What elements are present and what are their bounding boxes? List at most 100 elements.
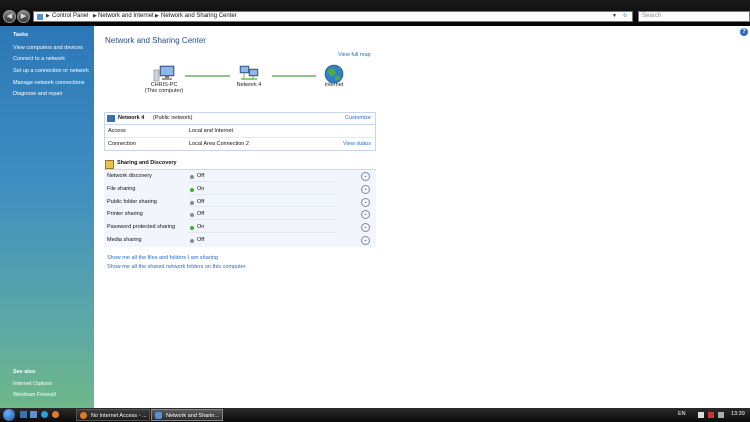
sharing-row-public-folder-sharing: Public folder sharing Off ⌄	[104, 196, 376, 209]
setting-status: Off	[197, 173, 205, 179]
status-off-icon	[190, 175, 194, 179]
page-title: Network and Sharing Center	[105, 36, 206, 45]
control-panel-icon	[37, 14, 43, 20]
expand-chevron-icon[interactable]: ⌄	[361, 197, 370, 207]
sharing-row-password-protected-sharing: Password protected sharing On ⌄	[104, 221, 376, 234]
dropdown-arrow-icon[interactable]: ▼	[612, 13, 617, 19]
status-on-icon	[190, 187, 194, 192]
network-icon	[155, 412, 162, 419]
task-diagnose-and-repair[interactable]: Diagnose and repair	[13, 91, 63, 97]
see-also-internet-options[interactable]: Internet Options	[13, 381, 52, 387]
setting-label: Password protected sharing	[107, 224, 176, 231]
task-set-up-connection[interactable]: Set up a connection or network	[13, 68, 89, 74]
sharing-panel: Sharing and Discovery Network discovery …	[104, 158, 376, 247]
map-node-computer[interactable]: CHRIS-PC (This computer)	[134, 64, 194, 94]
globe-icon	[322, 64, 346, 84]
network-icon	[237, 64, 261, 82]
breadcrumb-control-panel[interactable]: Control Panel	[52, 13, 88, 19]
sharing-row-printer-sharing: Printer sharing Off ⌄	[104, 208, 376, 221]
setting-label: Printer sharing	[107, 211, 143, 218]
show-shared-files-link[interactable]: Show me all the files and folders I am s…	[107, 255, 218, 261]
expand-chevron-icon[interactable]: ⌄	[361, 235, 370, 245]
network-status-icon[interactable]	[708, 412, 714, 418]
address-bar[interactable]: ▶ Control Panel ▶ Network and Internet ▶…	[33, 11, 633, 22]
setting-label: Media sharing	[107, 236, 142, 243]
task-view-computers-and-devices[interactable]: View computers and devices	[13, 45, 83, 51]
back-button[interactable]: ◀	[3, 10, 16, 23]
firefox-icon	[80, 412, 87, 419]
breadcrumb-separator-icon: ▶	[93, 13, 97, 19]
customize-link[interactable]: Customize	[345, 115, 371, 121]
task-pane: Tasks View computers and devices Connect…	[0, 26, 94, 408]
search-input[interactable]: Search	[638, 11, 750, 22]
help-icon[interactable]: ?	[740, 28, 748, 36]
divider	[188, 206, 336, 208]
internet-explorer-icon[interactable]	[41, 411, 48, 418]
sharing-list: Network discovery Off ⌄ File sharing On …	[104, 170, 376, 247]
computer-sub-label: (This computer)	[144, 88, 184, 94]
map-node-internet[interactable]: Internet	[304, 64, 364, 88]
status-on-icon	[190, 226, 194, 231]
taskbar-button-browser[interactable]: No Internet Access - ...	[76, 409, 150, 421]
breadcrumb-separator-icon: ▶	[46, 13, 50, 19]
switch-windows-icon[interactable]	[30, 411, 37, 418]
sharing-row-file-sharing: File sharing On ⌄	[104, 183, 376, 196]
sharing-row-media-sharing: Media sharing Off ⌄	[104, 234, 376, 247]
network-row-connection: Connection Local Area Connection 2 View …	[105, 138, 375, 150]
expand-chevron-icon[interactable]: ⌄	[361, 210, 370, 220]
expand-chevron-icon[interactable]: ⌄	[361, 184, 370, 194]
taskbar: No Internet Access - ... Network and Sha…	[0, 408, 750, 422]
taskbar-button-label: Network and Sharin...	[166, 413, 219, 419]
setting-status: Off	[197, 198, 205, 205]
network-type: (Public network)	[153, 115, 193, 121]
start-button[interactable]	[3, 409, 15, 421]
address-toolbar: ◀ ▶ ▶ Control Panel ▶ Network and Intern…	[0, 0, 750, 26]
status-off-icon	[190, 213, 194, 218]
row-label: Connection	[108, 141, 136, 147]
network-icon	[107, 115, 115, 122]
task-manage-network-connections[interactable]: Manage network connections	[13, 80, 85, 86]
main-content: Network and Sharing Center ? View full m…	[94, 26, 750, 408]
breadcrumb-separator-icon: ▶	[155, 13, 159, 19]
taskbar-button-network-center[interactable]: Network and Sharin...	[151, 409, 223, 421]
task-connect-to-a-network[interactable]: Connect to a network	[13, 56, 65, 62]
network-header: Network 4 (Public network) Customize	[105, 113, 375, 125]
sharing-heading: Sharing and Discovery	[117, 160, 177, 166]
status-off-icon	[190, 200, 194, 205]
sharing-icon	[105, 160, 114, 169]
sharing-row-network-discovery: Network discovery Off ⌄	[104, 170, 376, 183]
map-node-network[interactable]: Network 4	[219, 64, 279, 88]
show-desktop-icon[interactable]	[20, 411, 27, 418]
computer-icon	[152, 64, 176, 82]
row-label: Access	[108, 128, 126, 134]
tasks-heading: Tasks	[13, 32, 29, 38]
expand-chevron-icon[interactable]: ⌄	[361, 223, 370, 233]
setting-status: On	[197, 224, 205, 231]
view-full-map-link[interactable]: View full map	[338, 52, 371, 58]
see-also-windows-firewall[interactable]: Windows Firewall	[13, 392, 56, 398]
view-status-link[interactable]: View status	[343, 141, 371, 147]
show-shared-network-folders-link[interactable]: Show me all the shared network folders o…	[107, 264, 246, 270]
expand-chevron-icon[interactable]: ⌄	[361, 172, 370, 181]
refresh-icon[interactable]: ↻	[623, 13, 627, 19]
setting-status: Off	[197, 211, 205, 218]
setting-status: On	[197, 185, 205, 192]
divider	[188, 180, 336, 182]
firefox-icon[interactable]	[52, 411, 59, 418]
forward-button[interactable]: ▶	[17, 10, 30, 23]
tray-icon[interactable]	[698, 412, 704, 418]
row-value: Local Area Connection 2	[189, 141, 249, 147]
volume-icon[interactable]	[718, 412, 724, 418]
divider	[188, 231, 336, 233]
network-row-access: Access Local and Internet	[105, 125, 375, 138]
language-indicator[interactable]: EN	[678, 411, 686, 417]
status-off-icon	[190, 238, 194, 243]
sharing-header: Sharing and Discovery	[104, 158, 376, 170]
breadcrumb-network-and-sharing-center[interactable]: Network and Sharing Center	[161, 13, 237, 19]
taskbar-button-label: No Internet Access - ...	[91, 413, 147, 419]
breadcrumb-network-and-internet[interactable]: Network and Internet	[98, 13, 154, 19]
network-name: Network 4	[118, 115, 145, 121]
network-name-label: Network 4	[236, 82, 262, 88]
clock[interactable]: 13:39	[731, 411, 745, 417]
setting-label: File sharing	[107, 185, 136, 192]
